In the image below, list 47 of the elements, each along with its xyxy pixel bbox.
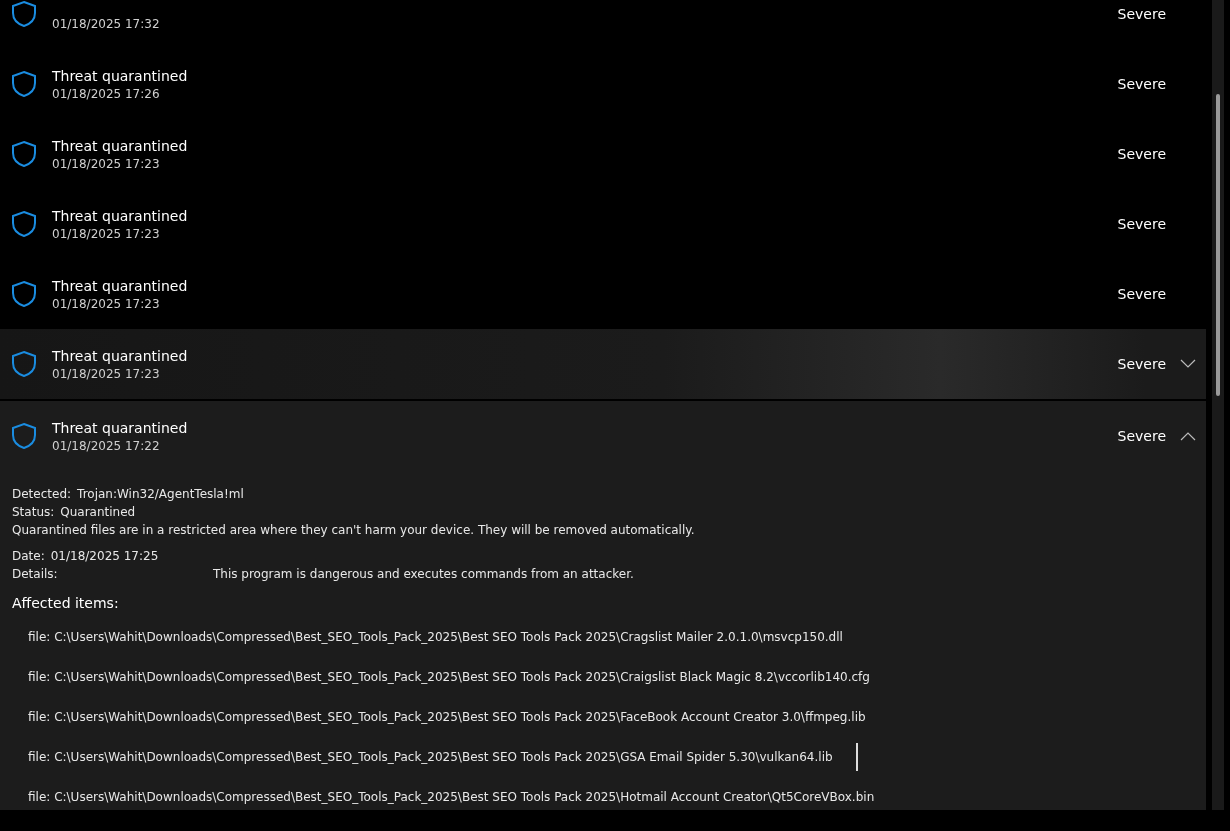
field-label: Date: — [12, 548, 45, 565]
shield-icon — [11, 140, 37, 168]
affected-file-path: file: C:\Users\Wahit\Downloads\Compressed\Best_SEO_Tools_Pack_2025\Best SEO Tools Pack 2025\GSA Email Spider 5.30\vulkan64.lib — [28, 750, 833, 764]
shield-icon — [11, 210, 37, 238]
item-date: 01/18/2025 17:23 — [52, 226, 161, 242]
item-title: Threat quarantined — [52, 419, 189, 438]
scrollbar-thumb[interactable] — [1216, 94, 1220, 396]
severity-label: Severe — [1117, 76, 1166, 92]
item-date: 01/18/2025 17:23 — [52, 296, 161, 312]
severity-label: Severe — [1117, 356, 1166, 372]
severity-label: Severe — [1117, 6, 1166, 22]
shield-icon — [11, 350, 37, 378]
item-date: 01/18/2025 17:23 — [52, 366, 161, 382]
affected-file-path: file: C:\Users\Wahit\Downloads\Compressed\Best_SEO_Tools_Pack_2025\Best SEO Tools Pack 2025\Craigslist Black Magic 8.2\vccorlib140.cfg — [28, 670, 870, 684]
item-date: 01/18/2025 17:32 — [52, 16, 161, 32]
shield-icon — [11, 422, 37, 450]
item-title: Threat quarantined — [52, 347, 189, 366]
history-item[interactable] — [0, 401, 1206, 810]
shield-icon — [11, 0, 37, 28]
item-title: Threat quarantined — [52, 277, 189, 296]
field-value: Trojan:Win32/AgentTesla!ml — [77, 486, 244, 503]
field-value: 01/18/2025 17:25 — [50, 548, 159, 565]
scrollbar-track[interactable] — [1212, 0, 1224, 810]
item-title: Threat quarantined — [52, 67, 189, 86]
quarantine-note: Quarantined files are in a restricted area where they can't harm your device. They will be removed automatically. — [12, 522, 695, 539]
field-value: Quarantined — [60, 504, 136, 521]
shield-icon — [11, 70, 37, 98]
text-cursor — [856, 743, 858, 771]
item-title: Threat quarantined — [52, 207, 189, 226]
affected-file-path: file: C:\Users\Wahit\Downloads\Compressed\Best_SEO_Tools_Pack_2025\Best SEO Tools Pack 2025\Hotmail Account Creator\Qt5CoreVBox.bin — [28, 790, 875, 804]
field-label: Details: — [12, 566, 59, 583]
affected-items-heading: Affected items: — [12, 595, 120, 611]
history-item[interactable]: Threat quarantined 01/18/2025 17:23 Severe — [0, 329, 1206, 401]
field-label: Status: — [12, 504, 55, 521]
field-label: Detected: — [12, 486, 72, 503]
field-value: This program is dangerous and executes commands from an attacker. — [213, 566, 634, 583]
item-date: 01/18/2025 17:23 — [52, 156, 161, 172]
severity-label: Severe — [1117, 216, 1166, 232]
affected-file-path: file: C:\Users\Wahit\Downloads\Compressed\Best_SEO_Tools_Pack_2025\Best SEO Tools Pack 2025\Cragslist Mailer 2.0.1.0\msvcp150.dll — [28, 630, 843, 644]
affected-file-path: file: C:\Users\Wahit\Downloads\Compressed\Best_SEO_Tools_Pack_2025\Best SEO Tools Pack 2025\FaceBook Account Creator 3.0\ffmpeg.lib — [28, 710, 866, 724]
item-title: Threat quarantined — [52, 137, 189, 156]
severity-label: Severe — [1117, 286, 1166, 302]
item-date: 01/18/2025 17:26 — [52, 86, 161, 102]
severity-label: Severe — [1117, 428, 1166, 444]
item-date: 01/18/2025 17:22 — [52, 438, 161, 454]
severity-label: Severe — [1117, 146, 1166, 162]
shield-icon — [11, 280, 37, 308]
